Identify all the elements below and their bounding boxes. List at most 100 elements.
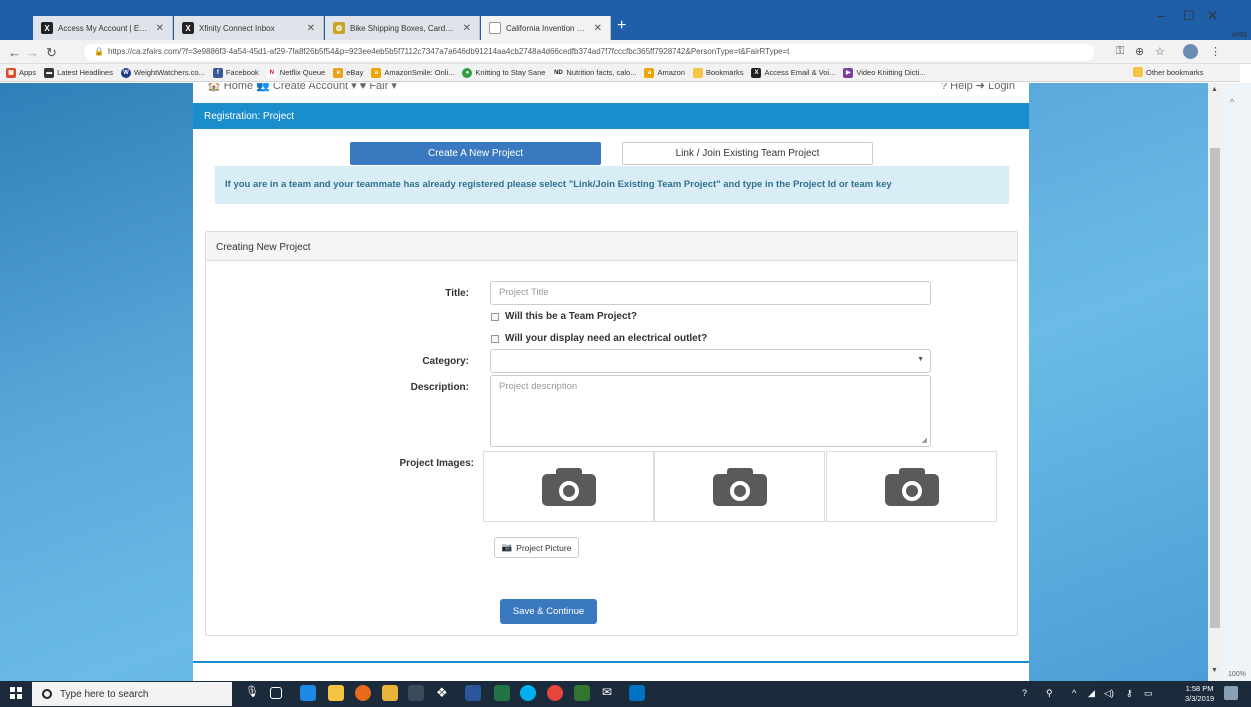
title-label: Title: [445,288,469,299]
apps-grid-icon: ▦ [6,67,16,78]
bookmark-item[interactable]: a Amazon [644,67,685,78]
address-bar-row: ← → ↻ 🔒 https://ca.zfairs.com/?f=3e9886f3… [0,40,1251,64]
scroll-up-icon[interactable]: ▲ [1211,86,1218,93]
bookmark-item[interactable]: X Access Email & Voi... [751,67,835,78]
browser-tab[interactable]: ⚙ Bike Shipping Boxes, Cardboard ✕ [325,16,480,40]
url-field[interactable]: 🔒 https://ca.zfairs.com/?f=3e9886f3-4a54-… [84,44,1094,61]
star-icon[interactable]: ☆ [1155,45,1165,58]
scroll-down-icon[interactable]: ▼ [1211,667,1218,674]
x-square-icon: X [751,67,762,78]
camera-icon [541,467,596,506]
taskbar-search[interactable]: Type here to search [32,682,232,706]
project-picture-button[interactable]: 📷 Project Picture [494,537,579,558]
site-nav-left[interactable]: 🏠 Home 👥 Create Account ▾ ♥ Fair ▾ [207,83,397,92]
create-new-project-button[interactable]: Create A New Project [350,142,601,165]
browser-tab[interactable]: X Access My Account | Email | Onl ✕ [33,16,173,40]
chevron-up-icon[interactable]: ^ [1072,688,1076,698]
windows-taskbar: Type here to search 🎙 ❖ ✉ ? ⚲ ^ ◢ ◁) ⚷ ▭… [0,681,1251,707]
keyboard-icon[interactable]: ▭ [1144,688,1153,699]
close-tab-icon[interactable]: ✕ [156,23,164,34]
resize-grip-icon[interactable]: ◢ [922,436,927,444]
file-explorer-icon[interactable] [328,685,344,701]
usb-icon[interactable]: ⚷ [1126,688,1133,699]
save-continue-button[interactable]: Save & Continue [500,599,597,624]
volume-icon[interactable]: ◁) [1104,688,1114,699]
team-info-alert: If you are in a team and your teammate h… [215,166,1009,204]
checkbox[interactable] [491,334,499,343]
camera-icon [712,467,767,506]
taskbar-clock[interactable]: 1:58 PM 3/3/2019 [1185,684,1214,704]
zoom-icon[interactable]: ⊕ [1135,45,1144,58]
outlook-icon[interactable] [629,685,645,701]
menu-kebab-icon[interactable]: ⋮ [1210,45,1221,58]
image-slot-1[interactable] [483,451,654,522]
windows-start-icon[interactable] [10,687,22,699]
chrome-icon[interactable] [547,685,563,701]
bookmark-folder[interactable]: Bookmarks [692,67,743,78]
maximize-button[interactable]: ☐ [1183,8,1195,24]
checkbox[interactable] [491,312,499,321]
browser-tab-active[interactable]: California Invention Convention ✕ [481,16,611,40]
bookmark-item[interactable]: ▬ Latest Headlines [44,67,113,78]
title-input[interactable]: Project Title [490,281,931,305]
other-bookmarks[interactable]: Other bookmarks [1133,67,1204,77]
bookmark-item[interactable]: a AmazonSmile: Onli... [371,67,454,78]
scrollbar-thumb[interactable] [1210,148,1220,628]
profile-avatar[interactable] [1183,44,1198,59]
bookmark-item[interactable]: ● Knitting to Stay Sane [462,67,545,78]
chevron-up-icon[interactable]: ^ [1230,97,1234,107]
task-view-icon[interactable] [270,687,282,699]
news-icon: ▬ [44,67,55,78]
description-textarea[interactable]: Project description ◢ [490,375,931,447]
new-tab-button[interactable]: + [617,17,626,35]
bookmark-item[interactable]: f Facebook [212,67,259,78]
minimize-button[interactable]: – [1158,8,1165,23]
skype-icon[interactable] [520,685,536,701]
project-app-icon[interactable] [574,685,590,701]
bookmark-item[interactable]: e eBay [333,67,363,78]
help-tray-icon[interactable]: ? [1022,688,1027,698]
caret-down-icon: ▼ [917,356,924,363]
close-tab-icon[interactable]: ✕ [307,23,315,34]
page-icon [489,22,501,34]
key-icon[interactable]: ⚿ [1116,45,1124,58]
electrical-outlet-checkbox[interactable]: Will your display need an electrical out… [491,333,707,344]
amazon-app-icon[interactable] [408,685,424,701]
close-tab-icon[interactable]: ✕ [594,23,602,34]
browser-tab[interactable]: X Xfinity Connect Inbox ✕ [174,16,324,40]
category-select[interactable]: ▼ [490,349,931,373]
lock-icon: 🔒 [94,47,104,56]
store-icon[interactable] [382,685,398,701]
description-label: Description: [410,382,469,393]
word-icon[interactable] [465,685,481,701]
site-nav-right[interactable]: ? Help ➜ Login [941,83,1015,92]
firefox-icon[interactable] [355,685,371,701]
close-window-button[interactable]: ✕ [1207,8,1218,24]
forward-icon[interactable]: → [26,45,39,60]
network-icon[interactable]: ◢ [1088,688,1095,699]
link-existing-project-button[interactable]: Link / Join Existing Team Project [622,142,873,165]
people-icon[interactable]: ⚲ [1046,688,1053,699]
notifications-icon[interactable] [1224,686,1238,700]
footer-divider [193,661,1029,681]
edge-icon[interactable] [300,685,316,701]
reload-icon[interactable]: ↻ [46,45,57,61]
image-slot-3[interactable] [826,451,997,522]
mail-icon[interactable]: ✉ [602,685,618,701]
weightwatchers-icon: W [120,67,131,78]
bookmark-item[interactable]: W WeightWatchers.co... [120,67,205,78]
back-icon[interactable]: ← [8,45,21,60]
team-project-checkbox[interactable]: Will this be a Team Project? [491,311,637,322]
bookmark-item[interactable]: ▶ Video Knitting Dicti... [843,67,925,78]
bookmark-item[interactable]: N Netflix Queue [266,67,325,78]
bookmark-item[interactable]: ND Nutrition facts, calo... [553,67,636,78]
project-images-label: Project Images: [399,458,474,469]
excel-icon[interactable] [494,685,510,701]
site-top-nav: 🏠 Home 👥 Create Account ▾ ♥ Fair ▾ ? Hel… [193,83,1029,103]
bike-icon: ⚙ [333,22,345,34]
image-slot-2[interactable] [654,451,825,522]
bookmark-item[interactable]: ▦ Apps [6,67,36,78]
dropbox-icon[interactable]: ❖ [436,685,452,701]
close-tab-icon[interactable]: ✕ [463,23,471,34]
microphone-icon[interactable]: 🎙 [245,685,261,701]
